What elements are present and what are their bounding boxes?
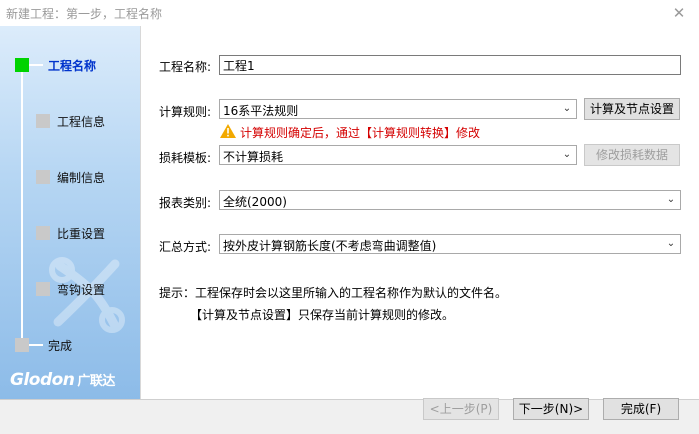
step-project-name: 工程名称	[0, 55, 140, 75]
logo-text: Glodon	[10, 370, 75, 390]
step-compile-info: 编制信息	[0, 167, 140, 187]
next-step-button[interactable]: 下一步(N)>	[513, 398, 589, 420]
step-indicator-active	[15, 58, 29, 72]
title-bar: 新建工程：第一步，工程名称 ✕	[0, 0, 699, 26]
step-label: 完成	[48, 339, 73, 353]
step-hook-settings: 弯钩设置	[0, 279, 140, 299]
summary-method-select[interactable]: 按外皮计算钢筋长度(不考虑弯曲调整值) ⌄	[219, 234, 681, 254]
step-density-settings: 比重设置	[0, 223, 140, 243]
project-name-label: 工程名称:	[159, 60, 212, 74]
report-type-select[interactable]: 全统(2000) ⌄	[219, 190, 681, 210]
calc-rule-value: 16系平法规则	[223, 104, 299, 118]
modify-loss-data-button[interactable]: 修改损耗数据	[584, 144, 680, 166]
step-indicator	[36, 114, 50, 128]
footer-bar	[0, 400, 699, 434]
loss-template-select[interactable]: 不计算损耗 ⌄	[219, 145, 577, 165]
calc-rule-label: 计算规则:	[159, 105, 212, 119]
close-icon[interactable]: ✕	[659, 0, 699, 26]
step-label: 工程名称	[48, 59, 97, 73]
warning-triangle-icon	[220, 124, 236, 138]
step-label: 比重设置	[57, 227, 106, 241]
step-connector	[29, 344, 43, 346]
step-indicator	[15, 338, 29, 352]
glodon-logo: Glodon 广联达	[10, 370, 115, 390]
step-connector	[29, 64, 43, 66]
logo-cn-text: 广联达	[77, 374, 115, 389]
chevron-down-icon: ⌄	[666, 194, 676, 205]
summary-method-label: 汇总方式:	[159, 240, 212, 254]
summary-method-value: 按外皮计算钢筋长度(不考虑弯曲调整值)	[223, 239, 437, 253]
chevron-down-icon: ⌄	[666, 238, 676, 249]
hint-line-1: 提示：工程保存时会以这里所输入的工程名称作为默认的文件名。	[159, 286, 508, 300]
warning-text: 计算规则确定后，通过【计算规则转换】修改	[240, 126, 481, 140]
loss-template-value: 不计算损耗	[223, 150, 284, 164]
loss-template-label: 损耗模板:	[159, 151, 212, 165]
step-indicator	[36, 226, 50, 240]
chevron-down-icon: ⌄	[562, 103, 572, 114]
step-label: 弯钩设置	[57, 283, 106, 297]
hint-line-2: 【计算及节点设置】只保存当前计算规则的修改。	[190, 308, 455, 322]
project-name-input[interactable]	[219, 55, 681, 75]
finish-button[interactable]: 完成(F)	[603, 398, 679, 420]
window-title: 新建工程：第一步，工程名称	[6, 7, 163, 21]
calc-rule-select[interactable]: 16系平法规则 ⌄	[219, 99, 577, 119]
chevron-down-icon: ⌄	[562, 149, 572, 160]
report-type-label: 报表类别:	[159, 196, 212, 210]
step-indicator	[36, 170, 50, 184]
calc-settings-button[interactable]: 计算及节点设置	[584, 98, 680, 120]
step-label: 编制信息	[57, 171, 106, 185]
prev-step-button[interactable]: <上一步(P)	[423, 398, 499, 420]
step-finish: 完成	[0, 335, 140, 355]
report-type-value: 全统(2000)	[223, 195, 287, 209]
step-label: 工程信息	[57, 115, 106, 129]
step-connector-line	[21, 64, 23, 346]
step-indicator	[36, 282, 50, 296]
sidebar-divider	[140, 26, 141, 400]
step-project-info: 工程信息	[0, 111, 140, 131]
wizard-step-sidebar: 工程名称 工程信息 编制信息 比重设置 弯钩设置 完成 Glodon 广联达	[0, 26, 140, 400]
